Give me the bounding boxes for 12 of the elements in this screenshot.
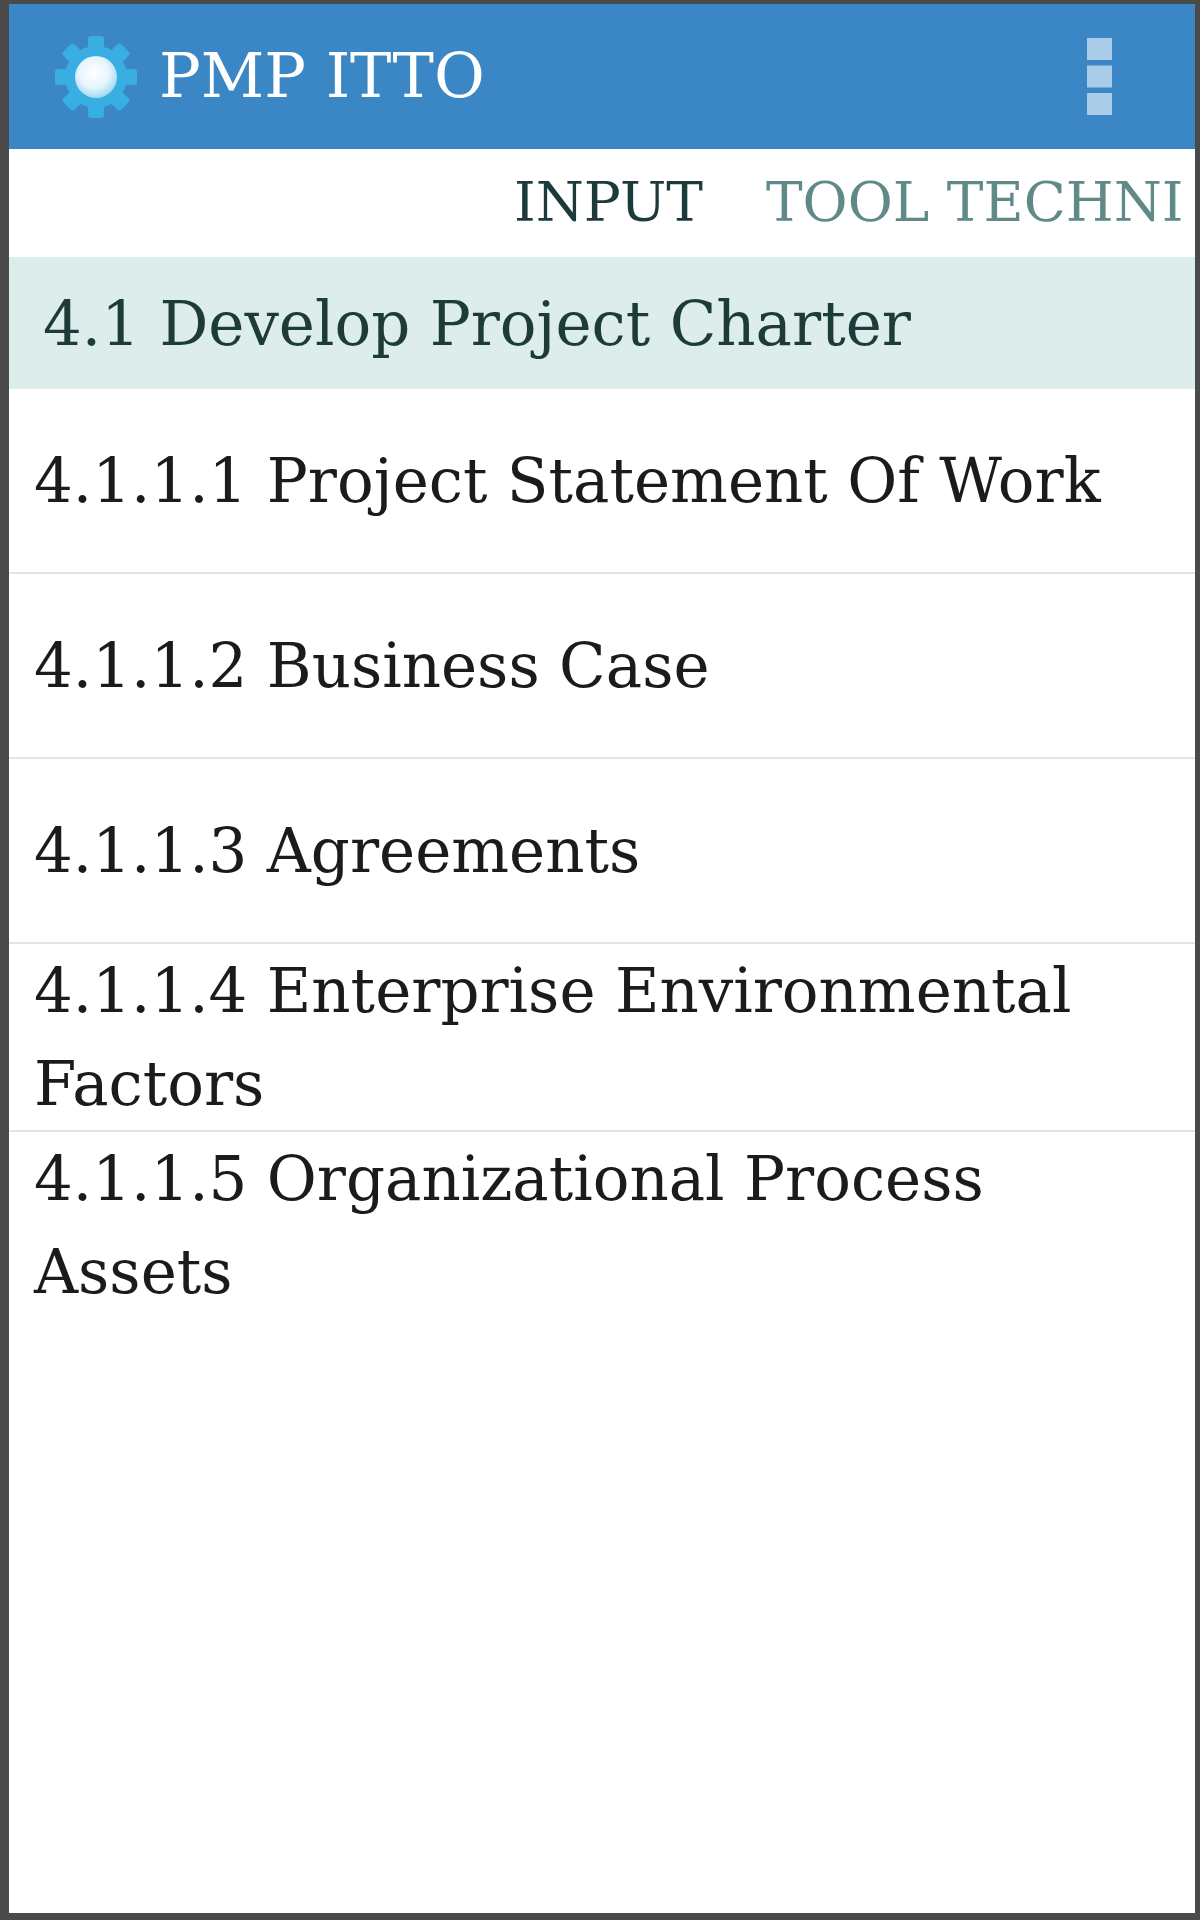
tab[interactable]: TOOL TECHNI	[765, 171, 1184, 235]
menu-icon	[1087, 38, 1112, 115]
list-item[interactable]: 4.1.1.4 Enterprise Environmental Factors	[9, 944, 1195, 1132]
tab[interactable]: INPUT	[514, 171, 703, 235]
list-item[interactable]: 4.1.1.1 Project Statement Of Work	[9, 389, 1195, 574]
menu-button[interactable]	[1087, 38, 1112, 115]
list-item[interactable]: 4.1.1.5 Organizational Process Assets	[9, 1132, 1195, 1318]
gear-icon	[55, 35, 137, 118]
list-item[interactable]: 4.1.1.3 Agreements	[9, 759, 1195, 944]
section-header: 4.1 Develop Project Charter	[9, 257, 1195, 389]
app-title: PMP ITTO	[159, 42, 485, 111]
list-item[interactable]: 4.1.1.2 Business Case	[9, 574, 1195, 759]
